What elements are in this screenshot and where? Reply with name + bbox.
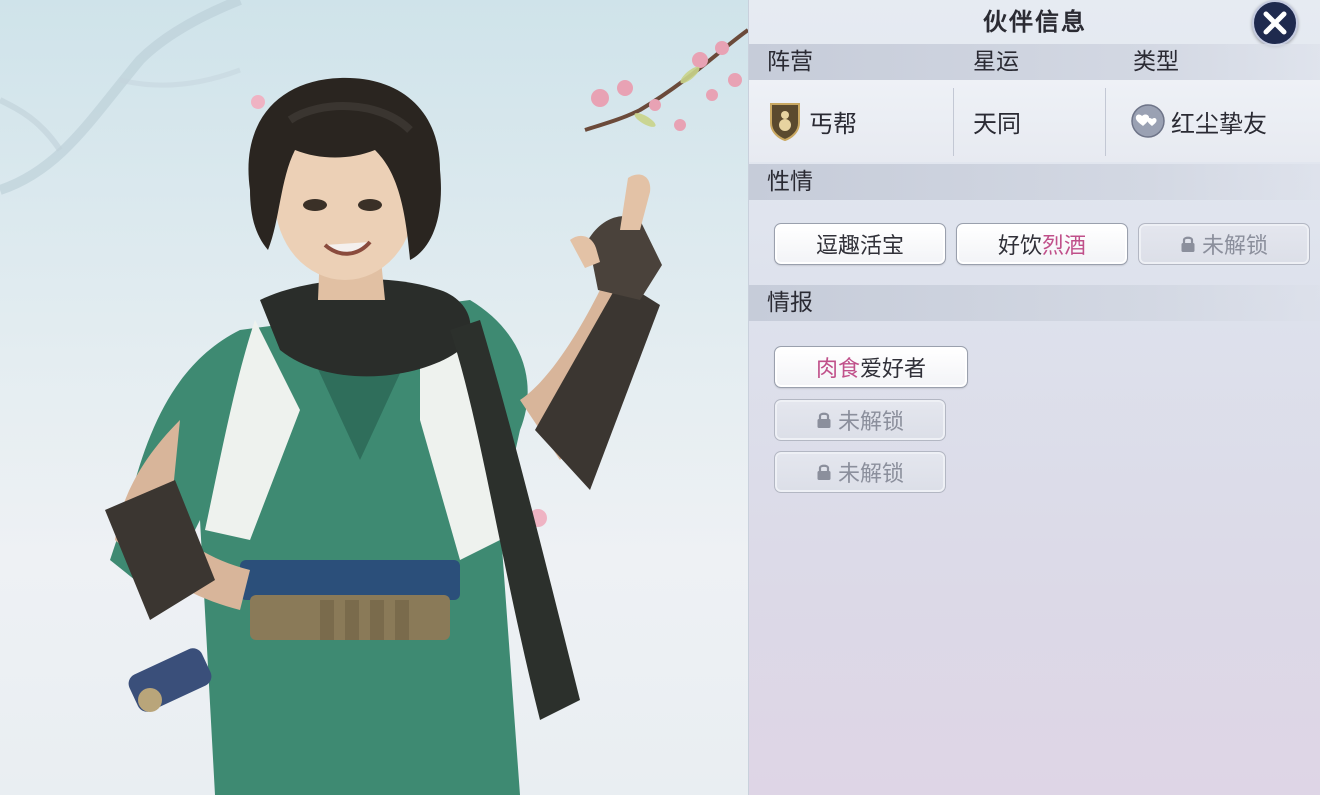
- locked-tag[interactable]: 未解锁: [774, 399, 946, 441]
- faction-value: 丐帮: [809, 109, 857, 138]
- faction-cell: 丐帮: [769, 80, 857, 162]
- info-header-band: 阵营 星运 类型: [749, 44, 1320, 80]
- partner-info-panel: 伙伴信息 阵营 星运 类型 丐帮 天同 红尘挚友 性情 逗趣活宝 好饮 烈酒 未…: [748, 0, 1320, 795]
- temperament-tag[interactable]: 逗趣活宝: [774, 223, 946, 265]
- temperament-band: 性情: [749, 164, 1320, 200]
- portrait-illustration: [0, 0, 748, 795]
- divider: [953, 88, 954, 156]
- divider: [1105, 88, 1106, 156]
- type-cell: 红尘挚友: [1131, 80, 1267, 162]
- info-values-row: 丐帮 天同 红尘挚友: [749, 80, 1320, 162]
- gourd-shield-icon: [770, 103, 800, 141]
- lock-icon: [1181, 236, 1195, 252]
- locked-tag[interactable]: 未解锁: [1138, 223, 1310, 265]
- temperament-tag[interactable]: 好饮 烈酒: [956, 223, 1128, 265]
- intel-tag[interactable]: 肉食 爱好者: [774, 346, 968, 388]
- hearts-icon: [1131, 104, 1165, 138]
- star-header: 星运: [973, 49, 1019, 75]
- star-cell: 天同: [973, 80, 1021, 162]
- temperament-label: 性情: [767, 169, 813, 195]
- lock-icon: [817, 464, 831, 480]
- lock-icon: [817, 412, 831, 428]
- intel-label: 情报: [767, 290, 813, 316]
- close-button[interactable]: [1252, 0, 1298, 46]
- close-icon: [1263, 11, 1287, 35]
- panel-title: 伙伴信息: [983, 8, 1087, 36]
- locked-tag[interactable]: 未解锁: [774, 451, 946, 493]
- type-value: 红尘挚友: [1171, 109, 1267, 138]
- intel-band: 情报: [749, 285, 1320, 321]
- faction-header: 阵营: [767, 49, 813, 75]
- character-portrait: [0, 0, 748, 795]
- star-value: 天同: [973, 109, 1021, 138]
- type-header: 类型: [1133, 49, 1179, 75]
